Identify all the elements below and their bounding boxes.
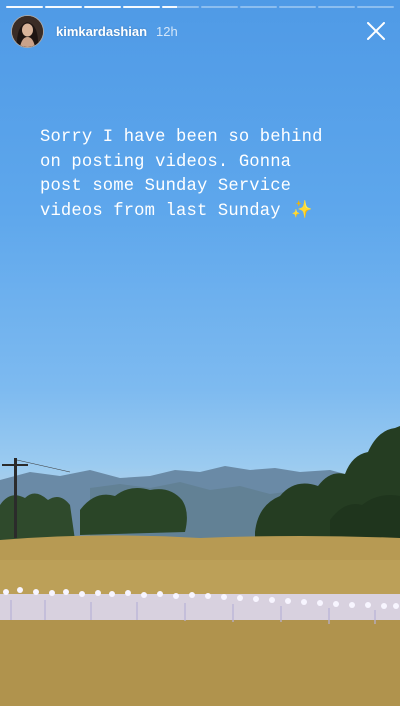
progress-segment-current: [162, 6, 199, 8]
profile-avatar[interactable]: [11, 14, 44, 48]
caption-line-1: Sorry I have been so behind: [40, 128, 323, 147]
caption-line-4: videos from last Sunday: [40, 201, 281, 221]
sparkles-emoji: ✨: [291, 201, 313, 221]
progress-segment: [45, 6, 82, 8]
caption-line-2: on posting videos. Gonna: [40, 152, 292, 172]
progress-segment: [6, 6, 43, 8]
progress-segment: [240, 6, 277, 8]
story-progress-bar: [6, 6, 394, 8]
story-viewer[interactable]: kimkardashian 12h Sorry I have been so b…: [0, 0, 400, 706]
progress-segment: [279, 6, 316, 8]
story-header: kimkardashian 12h: [11, 14, 389, 48]
progress-segment: [84, 6, 121, 8]
story-photo: [0, 426, 400, 706]
caption-line-3: post some Sunday Service: [40, 177, 292, 196]
progress-segment: [318, 6, 355, 8]
progress-segment: [201, 6, 238, 8]
trees-left: [0, 493, 75, 540]
username[interactable]: kimkardashian: [56, 24, 147, 39]
progress-segment: [123, 6, 160, 8]
close-icon[interactable]: [363, 18, 389, 44]
post-time: 12h: [156, 23, 178, 39]
progress-segment: [357, 6, 394, 8]
story-caption: Sorry I have been so behind on posting v…: [40, 126, 390, 224]
